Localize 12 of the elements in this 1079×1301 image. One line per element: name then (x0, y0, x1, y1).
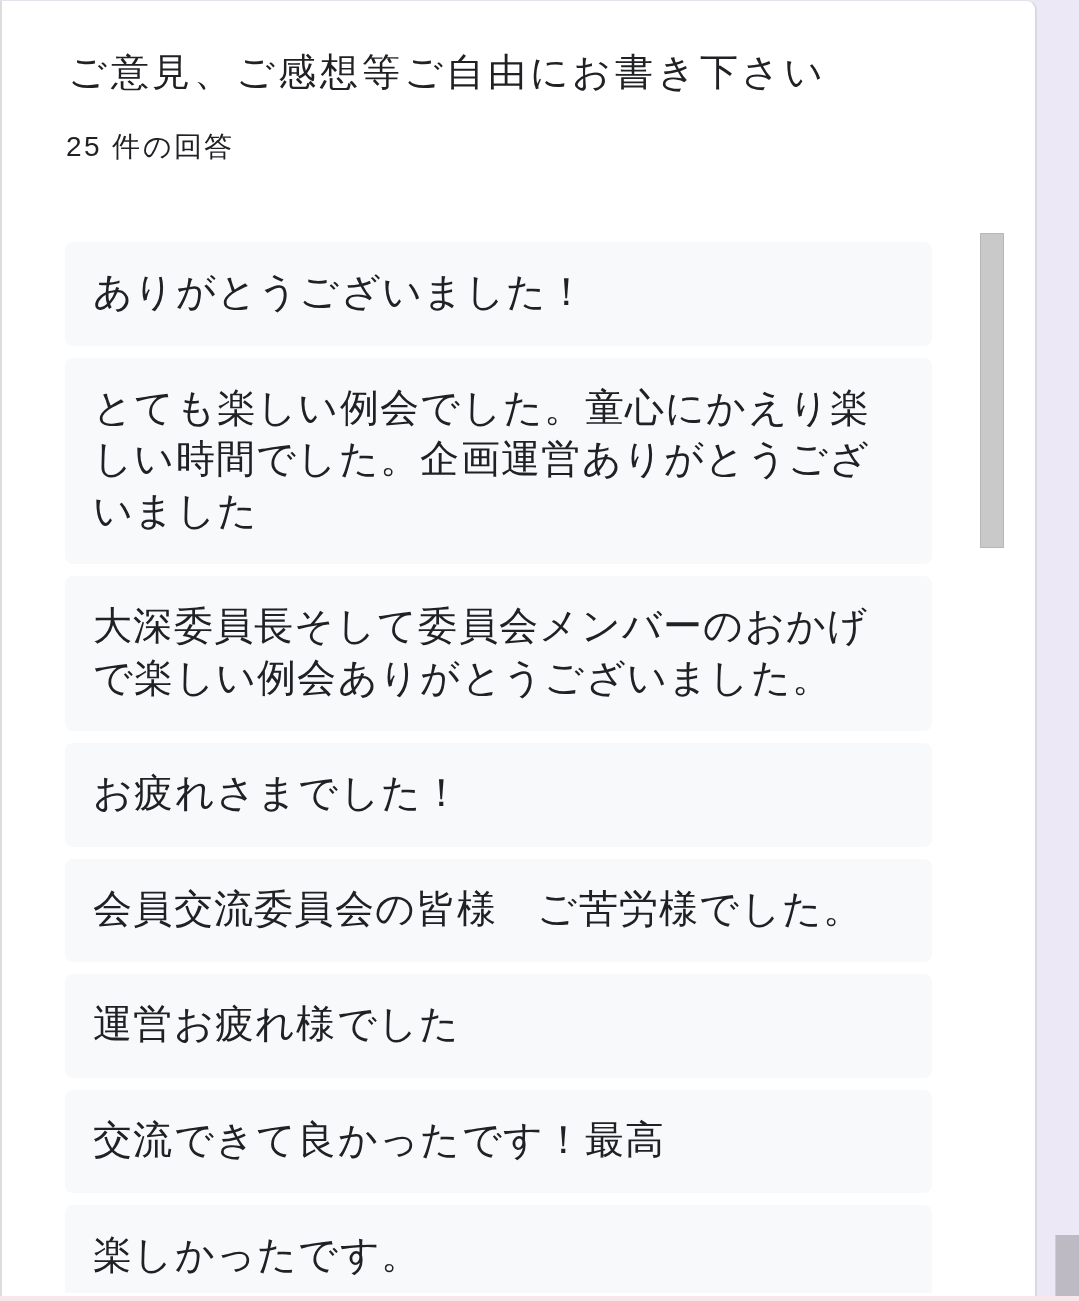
question-title: ご意見、ご感想等ご自由にお書き下さい (68, 50, 827, 95)
response-entry: お疲れさまでした！ (65, 743, 932, 847)
response-entry: 会員交流委員会の皆様 ご苦労様でした。 (65, 858, 932, 962)
response-entry: ありがとうございました！ (65, 242, 932, 346)
response-entry: 楽しかったです。 (65, 1205, 932, 1293)
response-entry: 運営お疲れ様でした (65, 974, 932, 1078)
response-entry: 交流できて良かったです！最高 (65, 1089, 932, 1193)
response-entry: 大深委員長そして委員会メンバーのおかげで楽しい例会ありがとうございました。 (65, 576, 932, 731)
scrollbar-thumb[interactable] (1055, 1235, 1079, 1296)
response-count: 25 件の回答 (66, 130, 235, 164)
response-entry: とても楽しい例会でした。童心にかえり楽しい時間でした。企画運営ありがとうございました (65, 357, 932, 564)
scrollbar-thumb[interactable] (980, 233, 1004, 548)
